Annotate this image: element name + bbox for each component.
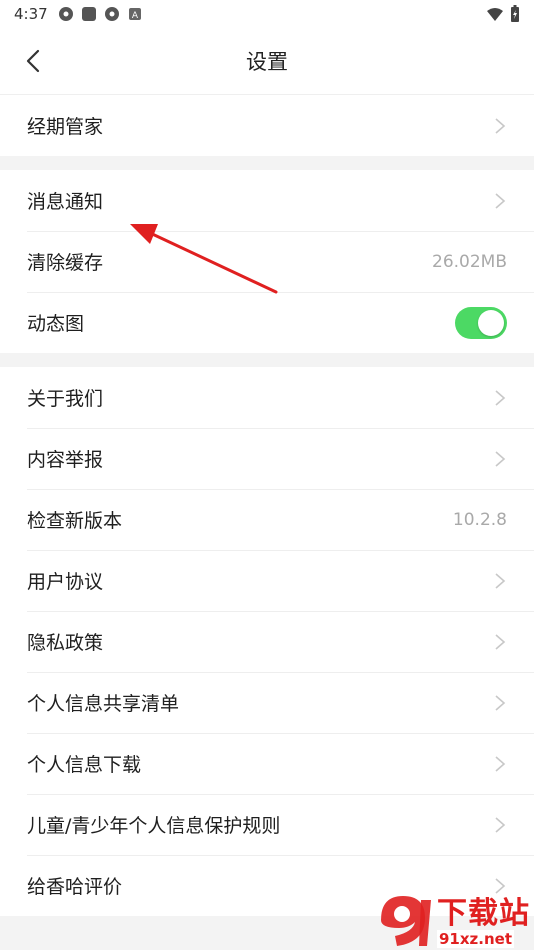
row-label: 内容举报 <box>27 449 104 471</box>
row-label: 个人信息共享清单 <box>27 693 180 715</box>
row-about-us[interactable]: 关于我们 <box>0 367 534 428</box>
watermark-main-text: 下载站 <box>437 896 530 931</box>
row-clear-cache[interactable]: 清除缓存 26.02MB <box>0 231 534 292</box>
row-content-report[interactable]: 内容举报 <box>0 428 534 489</box>
app-icon-2 <box>81 7 96 21</box>
status-bar: 4:37 A <box>0 0 534 28</box>
battery-icon <box>511 5 519 22</box>
row-label: 消息通知 <box>27 191 104 213</box>
watermark-sub-text: 91xz.net <box>437 930 515 948</box>
settings-group-1: 经期管家 <box>0 95 534 156</box>
cache-size-value: 26.02MB <box>432 251 507 272</box>
chevron-right-icon <box>495 192 506 209</box>
settings-group-2: 消息通知 清除缓存 26.02MB 动态图 <box>0 170 534 353</box>
row-label: 关于我们 <box>27 388 104 410</box>
row-label: 个人信息下载 <box>27 754 142 776</box>
chevron-right-icon <box>495 117 506 134</box>
watermark-text: 下载站 91xz.net <box>437 898 530 948</box>
row-check-update[interactable]: 检查新版本 10.2.8 <box>0 489 534 550</box>
row-privacy-policy[interactable]: 隐私政策 <box>0 611 534 672</box>
row-label: 隐私政策 <box>27 632 104 654</box>
back-button[interactable] <box>20 46 50 76</box>
row-notifications[interactable]: 消息通知 <box>0 170 534 231</box>
row-info-sharing-list[interactable]: 个人信息共享清单 <box>0 672 534 733</box>
row-label: 动态图 <box>27 313 85 335</box>
row-label: 检查新版本 <box>27 510 123 532</box>
chevron-right-icon <box>495 389 506 406</box>
app-icon-1 <box>58 7 73 21</box>
watermark: 下载站 91xz.net <box>373 890 530 948</box>
watermark-logo <box>381 896 431 946</box>
settings-group-3: 关于我们 内容举报 检查新版本 10.2.8 用户协议 隐私政策 个人信息共享清… <box>0 367 534 916</box>
row-label: 用户协议 <box>27 571 104 593</box>
chevron-right-icon <box>495 633 506 650</box>
row-label: 经期管家 <box>27 116 104 138</box>
row-info-download[interactable]: 个人信息下载 <box>0 733 534 794</box>
row-label: 儿童/青少年个人信息保护规则 <box>27 815 281 837</box>
row-user-agreement[interactable]: 用户协议 <box>0 550 534 611</box>
version-value: 10.2.8 <box>452 509 507 530</box>
chevron-right-icon <box>495 450 506 467</box>
row-child-protection-rules[interactable]: 儿童/青少年个人信息保护规则 <box>0 794 534 855</box>
app-icon-a: A <box>128 8 141 21</box>
svg-text:A: A <box>132 11 139 21</box>
row-animated-images: 动态图 <box>0 292 534 353</box>
page-header: 设置 <box>0 28 534 95</box>
page-title: 设置 <box>246 50 288 74</box>
row-period-manager[interactable]: 经期管家 <box>0 95 534 156</box>
row-label: 清除缓存 <box>27 252 104 274</box>
wifi-icon <box>487 8 503 21</box>
animated-images-toggle[interactable] <box>455 306 507 339</box>
chevron-right-icon <box>495 816 506 833</box>
chevron-right-icon <box>495 694 506 711</box>
app-icon-3 <box>104 7 119 21</box>
toggle-knob <box>478 309 504 336</box>
chevron-right-icon <box>495 572 506 589</box>
status-time: 4:37 <box>14 5 48 23</box>
chevron-right-icon <box>495 755 506 772</box>
row-label: 给香哈评价 <box>27 876 123 898</box>
